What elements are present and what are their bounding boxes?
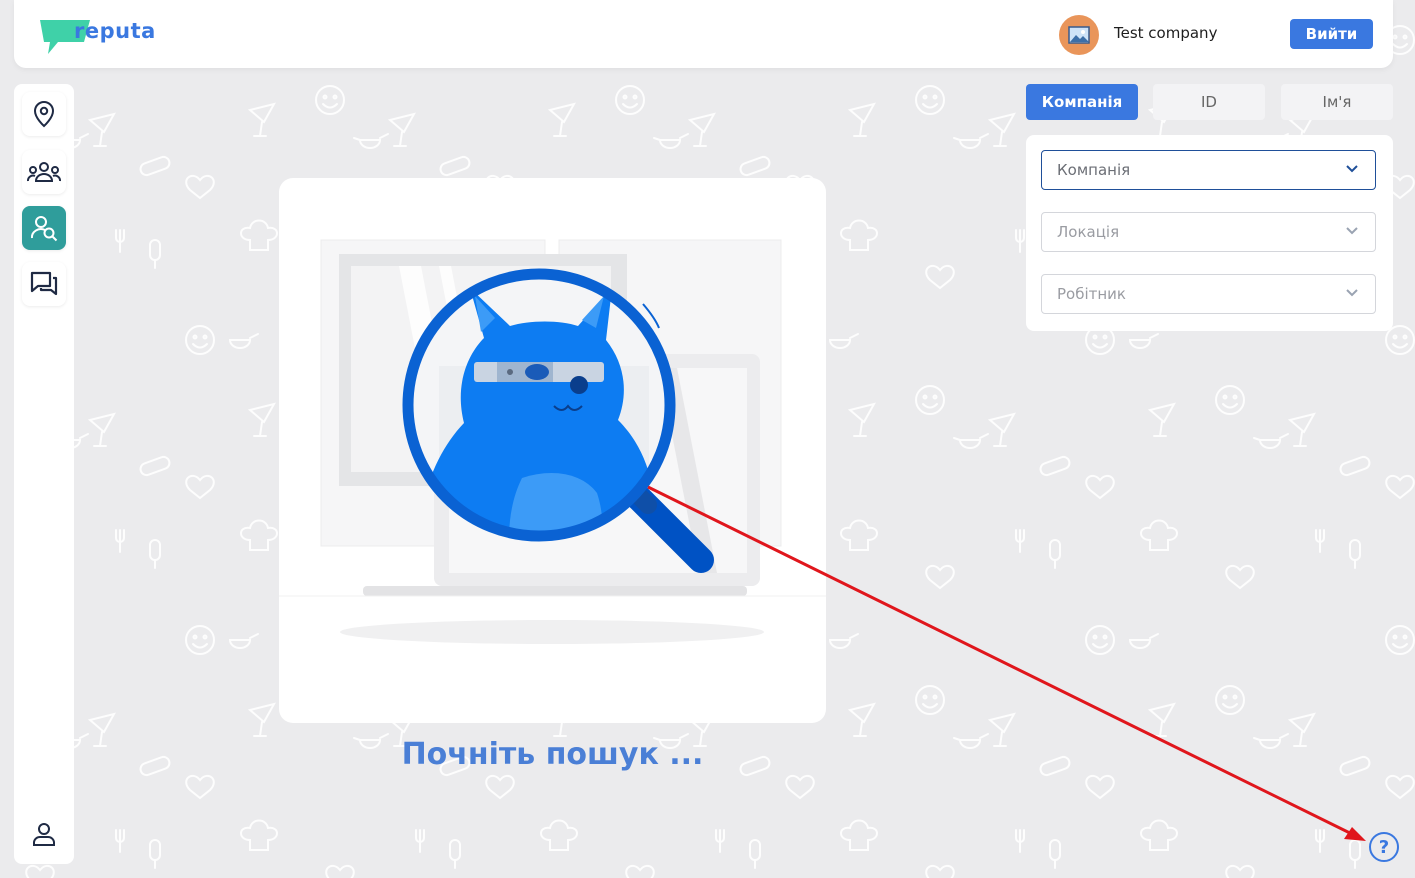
company-avatar[interactable] [1059,15,1099,55]
location-pin-icon [33,100,55,128]
company-select-placeholder: Компанія [1057,161,1131,179]
chevron-down-icon [1346,289,1358,297]
sidebar-item-user-search[interactable] [22,206,66,250]
search-filter-panel: Компанія Локація Робітник [1026,135,1393,331]
location-select-placeholder: Локація [1057,223,1120,241]
logout-button[interactable]: Вийти [1290,19,1373,49]
logo-text: reputa [74,19,156,43]
chevron-down-icon [1346,227,1358,235]
profile-icon [33,823,55,846]
sidebar-item-locations[interactable] [22,92,66,136]
image-icon [1068,26,1090,44]
sidebar-item-messages[interactable] [22,262,66,306]
empty-state-card [279,178,826,723]
location-select[interactable]: Локація [1041,212,1376,252]
chat-icon [30,271,58,296]
sidebar-item-team[interactable] [22,150,66,194]
sidebar [14,84,74,864]
company-name: Test company [1114,24,1218,42]
user-search-icon [30,216,58,242]
top-header: reputa Test company Вийти [14,0,1393,68]
team-icon [27,162,61,182]
sidebar-profile[interactable] [22,812,66,856]
chevron-down-icon [1346,165,1358,173]
empty-state-text: Почніть пошук ... [401,737,704,772]
search-cat-illustration [279,239,826,644]
worker-select[interactable]: Робітник [1041,274,1376,314]
tab-name[interactable]: Ім'я [1281,84,1393,120]
help-icon[interactable]: ? [1369,832,1399,862]
worker-select-placeholder: Робітник [1057,285,1126,303]
tab-company[interactable]: Компанія [1026,84,1138,120]
company-select[interactable]: Компанія [1041,150,1376,190]
tab-id[interactable]: ID [1153,84,1265,120]
